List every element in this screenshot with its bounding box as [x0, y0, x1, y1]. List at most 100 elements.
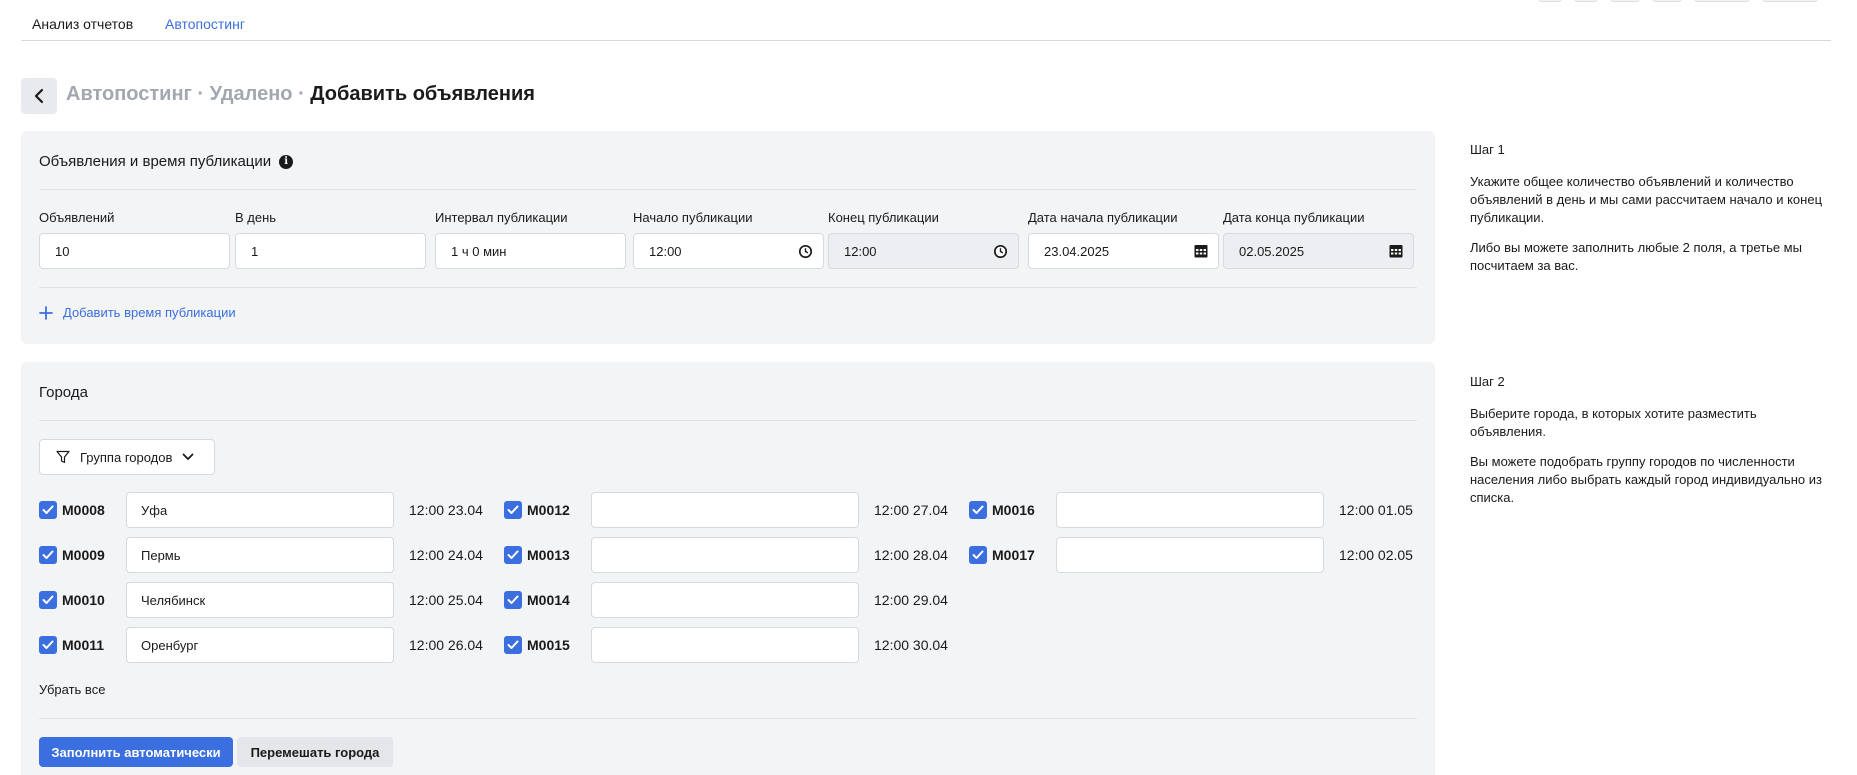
- checkbox-checked-icon: [42, 595, 54, 604]
- chevron-left-icon: [34, 88, 44, 104]
- city-checkbox[interactable]: [504, 636, 522, 654]
- count-label: Объявлений: [39, 210, 115, 225]
- count-input[interactable]: 10: [39, 233, 230, 269]
- city-input[interactable]: [591, 582, 859, 618]
- city-checkbox[interactable]: [969, 501, 987, 519]
- city-name: Челябинск: [141, 592, 206, 608]
- city-input[interactable]: [591, 537, 859, 573]
- checkbox-checked-icon: [42, 640, 54, 649]
- per-day-value: 1: [251, 243, 259, 259]
- city-input[interactable]: Пермь: [126, 537, 394, 573]
- city-code: M0015: [527, 637, 570, 653]
- toolbar-button[interactable]: [1538, 0, 1562, 2]
- calendar-icon[interactable]: [1389, 244, 1403, 258]
- city-publish-time: 12:00 29.04: [874, 592, 948, 608]
- start-time-value: 12:00: [649, 243, 682, 259]
- city-input[interactable]: [1056, 492, 1324, 528]
- city-name: Пермь: [141, 547, 181, 563]
- start-date-label: Дата начала публикации: [1028, 210, 1178, 225]
- city-input[interactable]: [591, 492, 859, 528]
- start-date-input[interactable]: 23.04.2025: [1028, 233, 1219, 269]
- calendar-icon[interactable]: [1194, 244, 1208, 258]
- checkbox-checked-icon: [507, 595, 519, 604]
- toolbar-button[interactable]: [1652, 0, 1682, 2]
- city-input[interactable]: Уфа: [126, 492, 394, 528]
- city-publish-time: 12:00 24.04: [409, 547, 483, 563]
- city-name: Уфа: [141, 502, 168, 518]
- toolbar-button[interactable]: [1694, 0, 1750, 2]
- end-time-label: Конец публикации: [828, 210, 939, 225]
- step-2-text-2: Вы можете подобрать группу городов по чи…: [1470, 454, 1822, 505]
- breadcrumb-deleted[interactable]: Удалено ·: [210, 83, 311, 105]
- city-checkbox[interactable]: [504, 546, 522, 564]
- shuffle-cities-button[interactable]: Перемешать города: [237, 737, 393, 767]
- filter-icon: [56, 450, 70, 464]
- per-day-label: В день: [235, 210, 277, 225]
- end-time-input[interactable]: 12:00: [828, 233, 1019, 269]
- step-2-title: Шаг 2: [1470, 374, 1505, 389]
- toolbar-button[interactable]: [1574, 0, 1598, 2]
- breadcrumb: Автопостинг · Удалено · Добавить объявле…: [66, 83, 535, 106]
- publication-panel: Объявления и время публикации i Объявлен…: [21, 131, 1435, 344]
- divider: [39, 287, 1417, 288]
- city-code: M0011: [62, 637, 105, 653]
- city-input[interactable]: Оренбург: [126, 627, 394, 663]
- fill-auto-button[interactable]: Заполнить автоматически: [39, 737, 233, 767]
- back-button[interactable]: [21, 78, 57, 114]
- checkbox-checked-icon: [507, 505, 519, 514]
- tab-autoposting[interactable]: Автопостинг: [165, 16, 245, 32]
- checkbox-checked-icon: [42, 550, 54, 559]
- breadcrumb-autoposting[interactable]: Автопостинг ·: [66, 83, 210, 105]
- city-publish-time: 12:00 01.05: [1339, 502, 1413, 518]
- city-group-dropdown[interactable]: Группа городов: [39, 439, 215, 475]
- clock-icon[interactable]: [798, 244, 813, 259]
- city-checkbox[interactable]: [504, 501, 522, 519]
- city-checkbox[interactable]: [39, 591, 57, 609]
- interval-label: Интервал публикации: [435, 210, 568, 225]
- help-step-1: Шаг 1 Укажите общее количество объявлени…: [1470, 141, 1830, 287]
- cities-title: Города: [39, 384, 88, 401]
- city-checkbox[interactable]: [39, 636, 57, 654]
- checkbox-checked-icon: [507, 640, 519, 649]
- start-time-input[interactable]: 12:00: [633, 233, 824, 269]
- start-date-value: 23.04.2025: [1044, 243, 1110, 259]
- tab-reports-analysis[interactable]: Анализ отчетов: [32, 16, 133, 32]
- city-code: M0014: [527, 592, 570, 608]
- city-publish-time: 12:00 25.04: [409, 592, 483, 608]
- count-value: 10: [55, 243, 70, 259]
- step-2-text-1: Выберите города, в которых хотите размес…: [1470, 406, 1757, 439]
- remove-all-button[interactable]: Убрать все: [39, 682, 105, 697]
- interval-input[interactable]: 1 ч 0 мин: [435, 233, 626, 269]
- page-title: Добавить объявления: [310, 83, 535, 105]
- city-code: M0017: [992, 547, 1035, 563]
- city-publish-time: 12:00 28.04: [874, 547, 948, 563]
- city-checkbox[interactable]: [39, 546, 57, 564]
- clock-icon[interactable]: [993, 244, 1008, 259]
- city-code: M0008: [62, 502, 105, 518]
- divider: [39, 189, 1417, 190]
- city-code: M0012: [527, 502, 570, 518]
- city-code: M0010: [62, 592, 105, 608]
- city-code: M0009: [62, 547, 105, 563]
- city-checkbox[interactable]: [39, 501, 57, 519]
- top-tabs: Анализ отчетов Автопостинг: [21, 0, 1831, 41]
- end-date-input[interactable]: 02.05.2025: [1223, 233, 1414, 269]
- cities-panel: Города Группа городов M0008 Уфа 12:00 23.0…: [21, 362, 1435, 775]
- city-publish-time: 12:00 26.04: [409, 637, 483, 653]
- checkbox-checked-icon: [42, 505, 54, 514]
- toolbar-button[interactable]: [1610, 0, 1640, 2]
- city-input[interactable]: [591, 627, 859, 663]
- plus-icon: [39, 305, 53, 320]
- city-checkbox[interactable]: [504, 591, 522, 609]
- toolbar-button[interactable]: [1762, 0, 1818, 2]
- info-icon[interactable]: i: [279, 154, 294, 169]
- city-input[interactable]: [1056, 537, 1324, 573]
- add-time-button[interactable]: Добавить время публикации: [39, 305, 236, 320]
- help-step-2: Шаг 2 Выберите города, в которых хотите …: [1470, 373, 1830, 519]
- city-checkbox[interactable]: [969, 546, 987, 564]
- start-time-label: Начало публикации: [633, 210, 753, 225]
- end-date-value: 02.05.2025: [1239, 243, 1305, 259]
- city-input[interactable]: Челябинск: [126, 582, 394, 618]
- add-time-label: Добавить время публикации: [63, 305, 236, 320]
- per-day-input[interactable]: 1: [235, 233, 426, 269]
